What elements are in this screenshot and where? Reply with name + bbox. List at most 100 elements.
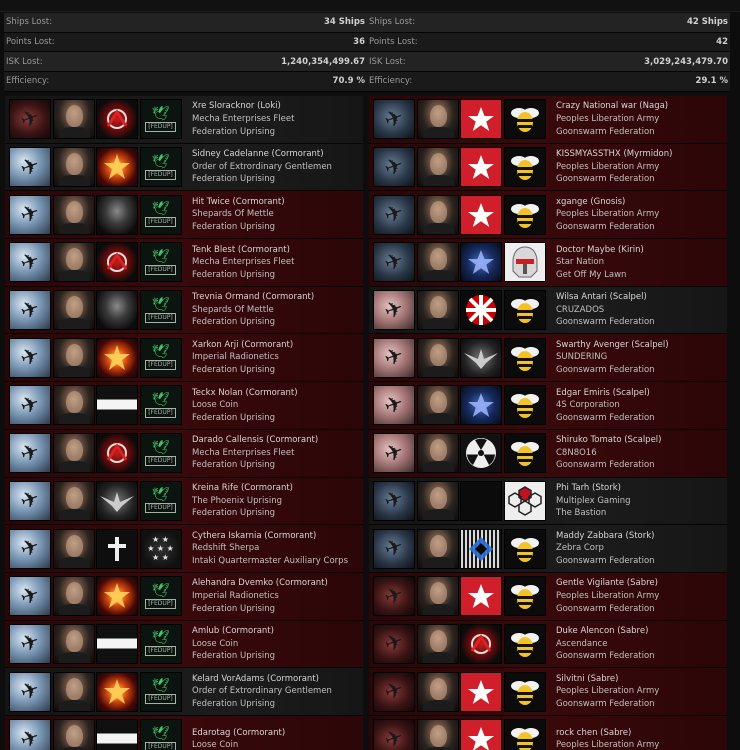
- ship-icon[interactable]: ✈: [9, 147, 51, 188]
- corp-name-link[interactable]: Peoples Liberation Army: [556, 208, 659, 221]
- corp-logo-icon[interactable]: [460, 576, 502, 617]
- ship-icon[interactable]: ✈: [9, 576, 51, 617]
- corp-name-link[interactable]: Peoples Liberation Army: [556, 685, 659, 698]
- corp-logo-icon[interactable]: [460, 290, 502, 331]
- alliance-logo-icon[interactable]: [503, 671, 546, 712]
- ship-icon[interactable]: ✈: [9, 480, 51, 521]
- alliance-name-link[interactable]: Get Off My Lawn: [556, 269, 644, 282]
- ship-icon[interactable]: ✈: [373, 528, 415, 569]
- corp-logo-icon[interactable]: [460, 671, 502, 712]
- corp-name-link[interactable]: Order of Extrordinary Gentlemen: [192, 685, 332, 698]
- corp-name-link[interactable]: C8N8O16: [556, 447, 661, 460]
- corp-name-link[interactable]: Loose Coin: [192, 399, 298, 412]
- alliance-name-link[interactable]: Goonswarm Federation: [556, 555, 655, 568]
- corp-name-link[interactable]: Shepards Of Mettle: [192, 208, 285, 221]
- corp-name-link[interactable]: Ascendance: [556, 638, 655, 651]
- alliance-logo-icon[interactable]: 🕊 [FEDUP]: [139, 576, 182, 617]
- corp-logo-icon[interactable]: [96, 337, 138, 378]
- alliance-logo-icon[interactable]: [503, 385, 546, 426]
- ship-icon[interactable]: ✈: [373, 480, 415, 521]
- alliance-logo-icon[interactable]: 🕊 [FEDUP]: [139, 337, 182, 378]
- loss-row[interactable]: ✈ 🕊 [FEDUP] Tenk Blest (Cormorant) Mecha Ent…: [5, 239, 363, 287]
- corp-logo-icon[interactable]: [96, 385, 138, 426]
- corp-logo-icon[interactable]: [96, 242, 138, 283]
- corp-logo-icon[interactable]: [460, 528, 502, 569]
- pilot-portrait[interactable]: [52, 719, 95, 750]
- alliance-name-link[interactable]: Federation Uprising: [192, 412, 298, 425]
- corp-name-link[interactable]: CRUZADOS: [556, 304, 655, 317]
- pilot-name-link[interactable]: rock chen (Sabre): [556, 727, 659, 740]
- pilot-portrait[interactable]: [416, 337, 459, 378]
- alliance-logo-icon[interactable]: [503, 576, 546, 617]
- pilot-name-link[interactable]: xgange (Gnosis): [556, 196, 659, 209]
- corp-logo-icon[interactable]: [96, 528, 138, 569]
- loss-row[interactable]: ✈ 🕊 [FEDUP] Amlub (Cormorant) Loose Coin Fede…: [5, 620, 363, 669]
- pilot-name-link[interactable]: Xarkon Arji (Cormorant): [192, 339, 293, 352]
- corp-name-link[interactable]: Mecha Enterprises Fleet: [192, 447, 318, 460]
- pilot-portrait[interactable]: [416, 194, 459, 235]
- pilot-name-link[interactable]: Alehandra Dvemko (Cormorant): [192, 577, 328, 590]
- alliance-name-link[interactable]: Federation Uprising: [192, 126, 294, 139]
- pilot-name-link[interactable]: Kelard VorAdams (Cormorant): [192, 673, 332, 686]
- alliance-name-link[interactable]: Federation Uprising: [192, 459, 318, 472]
- pilot-name-link[interactable]: Cythera Iskarnia (Cormorant): [192, 530, 348, 543]
- loss-row[interactable]: ✈ ★ ★ ★ ★ ★ ★ ★ Cythera Iskarnia (Cormoran…: [5, 525, 363, 573]
- loss-row[interactable]: ✈ 🕊 [FEDUP] Sidney Cadelanne (Cormorant) Ord…: [5, 143, 363, 192]
- corp-logo-icon[interactable]: [96, 433, 138, 474]
- pilot-portrait[interactable]: [52, 242, 95, 283]
- corp-name-link[interactable]: Loose Coin: [192, 739, 285, 750]
- pilot-name-link[interactable]: Amlub (Cormorant): [192, 625, 275, 638]
- ship-icon[interactable]: ✈: [373, 623, 415, 664]
- loss-row[interactable]: ✈ 🕊 [FEDUP] Xre Sloracknor (Loki) Mecha Ente…: [5, 96, 363, 144]
- corp-name-link[interactable]: Redshift Sherpa: [192, 542, 348, 555]
- ship-icon[interactable]: ✈: [9, 623, 51, 664]
- pilot-name-link[interactable]: Duke Alencon (Sabre): [556, 625, 655, 638]
- corp-logo-icon[interactable]: [96, 147, 138, 188]
- corp-name-link[interactable]: Loose Coin: [192, 638, 275, 651]
- pilot-name-link[interactable]: Teckx Nolan (Cormorant): [192, 387, 298, 400]
- corp-logo-icon[interactable]: [460, 242, 502, 283]
- ship-icon[interactable]: ✈: [373, 576, 415, 617]
- corp-name-link[interactable]: Imperial Radionetics: [192, 351, 293, 364]
- corp-logo-icon[interactable]: [460, 99, 502, 140]
- pilot-name-link[interactable]: Trevnia Ormand (Cormorant): [192, 291, 314, 304]
- alliance-logo-icon[interactable]: [503, 433, 546, 474]
- alliance-name-link[interactable]: Federation Uprising: [192, 173, 332, 186]
- corp-name-link[interactable]: Star Nation: [556, 256, 644, 269]
- alliance-logo-icon[interactable]: 🕊 [FEDUP]: [139, 671, 182, 712]
- alliance-name-link[interactable]: Goonswarm Federation: [556, 173, 672, 186]
- alliance-logo-icon[interactable]: 🕊 [FEDUP]: [139, 480, 182, 521]
- corp-logo-icon[interactable]: [460, 480, 502, 521]
- alliance-name-link[interactable]: Goonswarm Federation: [556, 126, 668, 139]
- pilot-name-link[interactable]: KISSMYASSTHX (Myrmidon): [556, 148, 672, 161]
- alliance-name-link[interactable]: Goonswarm Federation: [556, 316, 655, 329]
- corp-name-link[interactable]: Peoples Liberation Army: [556, 590, 659, 603]
- pilot-portrait[interactable]: [52, 194, 95, 235]
- ship-icon[interactable]: ✈: [9, 719, 51, 750]
- alliance-logo-icon[interactable]: 🕊 [FEDUP]: [139, 242, 182, 283]
- pilot-name-link[interactable]: Tenk Blest (Cormorant): [192, 244, 294, 257]
- corp-name-link[interactable]: Peoples Liberation Army: [556, 161, 672, 174]
- loss-row[interactable]: ✈ 🕊 [FEDUP] Darado Callensis (Cormorant) Mec…: [5, 429, 363, 478]
- alliance-name-link[interactable]: Intaki Quartermaster Auxiliary Corps: [192, 555, 348, 568]
- ship-icon[interactable]: ✈: [9, 99, 51, 140]
- corp-logo-icon[interactable]: [96, 99, 138, 140]
- alliance-name-link[interactable]: Goonswarm Federation: [556, 221, 659, 234]
- loss-row[interactable]: ✈ Silvitni (Sabre) Peoples Liberation Army…: [369, 668, 727, 716]
- pilot-portrait[interactable]: [52, 99, 95, 140]
- loss-row[interactable]: ✈ 🕊 [FEDUP] Hit Twice (Cormorant) Shepards O…: [5, 191, 363, 240]
- alliance-name-link[interactable]: Federation Uprising: [192, 650, 275, 663]
- corp-name-link[interactable]: Mecha Enterprises Fleet: [192, 256, 294, 269]
- ship-icon[interactable]: ✈: [373, 194, 415, 235]
- corp-name-link[interactable]: The Phoenix Uprising: [192, 495, 293, 508]
- pilot-name-link[interactable]: Edarotag (Cormorant): [192, 727, 285, 740]
- ship-icon[interactable]: ✈: [9, 194, 51, 235]
- alliance-name-link[interactable]: Federation Uprising: [192, 507, 293, 520]
- corp-logo-icon[interactable]: [460, 385, 502, 426]
- alliance-name-link[interactable]: Federation Uprising: [192, 221, 285, 234]
- pilot-portrait[interactable]: [416, 719, 459, 750]
- ship-icon[interactable]: ✈: [373, 242, 415, 283]
- pilot-name-link[interactable]: Darado Callensis (Cormorant): [192, 434, 318, 447]
- alliance-logo-icon[interactable]: [503, 242, 546, 283]
- corp-logo-icon[interactable]: [96, 671, 138, 712]
